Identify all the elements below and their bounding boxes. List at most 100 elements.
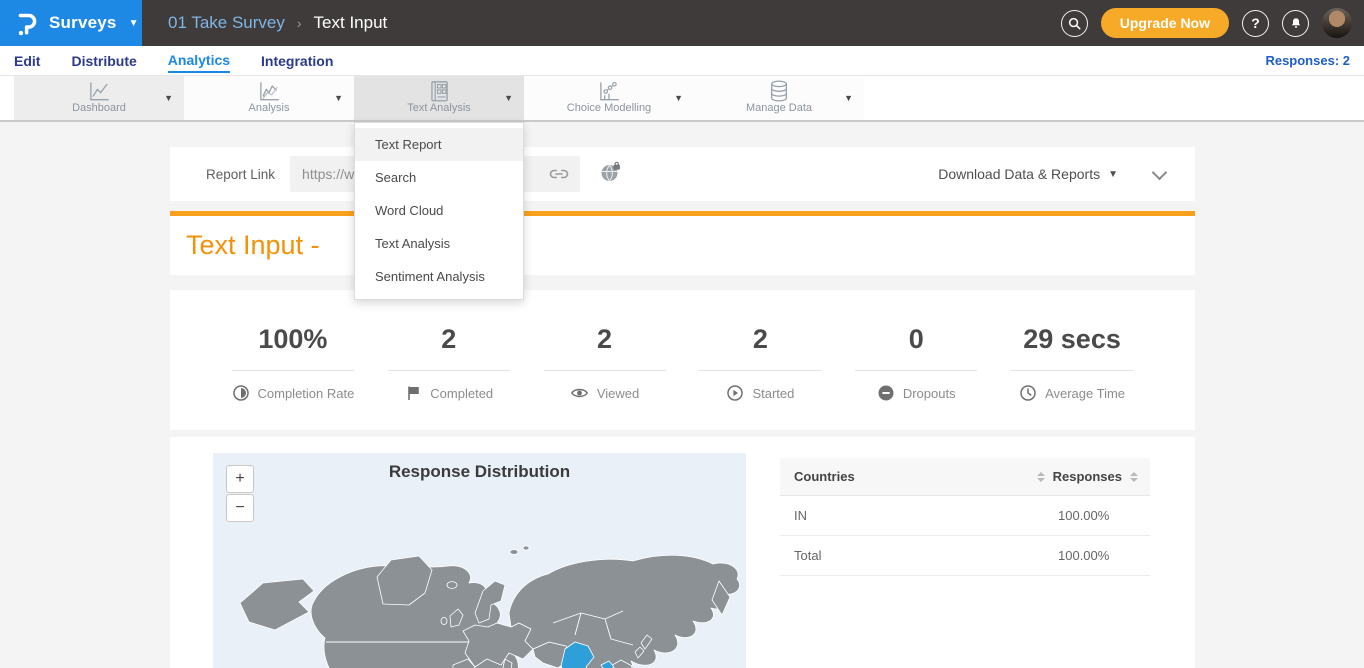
countries-table-header: Countries Responses: [780, 458, 1150, 496]
search-icon: [1068, 17, 1081, 30]
distribution-panel: Response Distribution + − Countries Resp…: [170, 437, 1195, 668]
tab-choice-modelling[interactable]: Choice Modelling ▼: [524, 76, 694, 120]
tab-label: Choice Modelling: [524, 102, 694, 114]
multi-line-chart-icon: [256, 78, 282, 104]
tab-label: Text Analysis: [354, 102, 524, 114]
minus-circle-icon: [877, 384, 895, 402]
breadcrumb-current-page: Text Input: [314, 13, 388, 33]
divider: [388, 370, 510, 371]
page-title: Text Input -: [186, 216, 1195, 275]
breadcrumb: 01 Take Survey › Text Input: [168, 13, 387, 33]
subnav-item-integration[interactable]: Integration: [261, 49, 333, 72]
tab-label: Analysis: [184, 102, 354, 114]
subnav-item-analytics[interactable]: Analytics: [168, 48, 230, 73]
countries-table: Countries Responses IN 100.00% Total 100…: [780, 458, 1150, 576]
map-zoom-out-button[interactable]: −: [226, 494, 254, 522]
stat-label: Viewed: [597, 386, 639, 401]
survey-stats-panel: 100% Completion Rate 2: [170, 290, 1195, 430]
sort-icon[interactable]: [1037, 472, 1045, 482]
map-title: Response Distribution: [213, 462, 746, 482]
stat-completed: 2 Completed: [371, 324, 527, 430]
menu-item-text-report[interactable]: Text Report: [355, 128, 523, 161]
map-zoom-in-button[interactable]: +: [226, 465, 254, 493]
menu-item-sentiment-analysis[interactable]: Sentiment Analysis: [355, 260, 523, 293]
breadcrumb-survey-name[interactable]: 01 Take Survey: [168, 13, 285, 33]
chevron-down-icon: ▼: [129, 18, 139, 29]
notifications-button[interactable]: [1282, 10, 1309, 37]
flag-icon: [404, 384, 422, 402]
download-label: Download Data & Reports: [938, 166, 1100, 182]
column-header-countries[interactable]: Countries: [780, 469, 1037, 484]
table-row-total: Total 100.00%: [780, 536, 1150, 576]
tab-manage-data[interactable]: Manage Data ▼: [694, 76, 864, 120]
chevron-down-icon[interactable]: ▼: [334, 93, 343, 103]
column-header-responses[interactable]: Responses: [1053, 469, 1122, 484]
header-actions: Upgrade Now ?: [1061, 0, 1352, 46]
help-button[interactable]: ?: [1242, 10, 1269, 37]
divider: [855, 370, 977, 371]
questionpro-logo-icon: [16, 9, 39, 38]
subnav-item-edit[interactable]: Edit: [14, 49, 40, 72]
analytics-toolbar: Dashboard ▼ Analysis ▼ Text Analysis: [0, 76, 1364, 122]
tab-label: Manage Data: [694, 102, 864, 114]
stat-label: Average Time: [1045, 386, 1125, 401]
divider: [1011, 370, 1133, 371]
divider: [699, 370, 821, 371]
report-link-bar: Report Link https://ww Downlo: [170, 147, 1195, 201]
stat-viewed: 2 Viewed: [527, 324, 683, 430]
response-distribution-map[interactable]: Response Distribution + −: [213, 453, 746, 668]
menu-item-word-cloud[interactable]: Word Cloud: [355, 194, 523, 227]
brand-surveys-menu[interactable]: Surveys ▼: [0, 0, 142, 46]
breadcrumb-separator: ›: [297, 15, 302, 31]
completion-rate-icon: [232, 384, 250, 402]
copy-link-icon[interactable]: [548, 165, 570, 183]
stat-value: 100%: [215, 324, 371, 355]
collapse-section-chevron-icon[interactable]: [1152, 164, 1168, 180]
clock-icon: [1019, 384, 1037, 402]
responses-cell: 100.00%: [1058, 548, 1150, 563]
stat-completion-rate: 100% Completion Rate: [215, 324, 371, 430]
sort-icon[interactable]: [1130, 472, 1138, 482]
content-area: Report Link https://ww Downlo: [0, 122, 1364, 668]
report-grid-icon: [426, 78, 452, 104]
world-map[interactable]: [213, 453, 746, 668]
stat-value: 2: [682, 324, 838, 355]
stat-label: Completed: [430, 386, 493, 401]
chevron-down-icon[interactable]: ▼: [674, 93, 683, 103]
question-title-panel: Text Input -: [170, 216, 1195, 275]
tab-analysis[interactable]: Analysis ▼: [184, 76, 354, 120]
chevron-down-icon[interactable]: ▼: [844, 93, 853, 103]
column-header-responses-group: Responses: [1037, 469, 1150, 484]
tab-dashboard[interactable]: Dashboard ▼: [14, 76, 184, 120]
database-icon: [766, 78, 792, 104]
divider: [544, 370, 666, 371]
country-cell: Total: [780, 548, 1058, 563]
responses-cell: 100.00%: [1058, 508, 1150, 523]
chevron-down-icon[interactable]: ▼: [164, 93, 173, 103]
subnav-item-distribute[interactable]: Distribute: [71, 49, 136, 72]
stat-value: 2: [527, 324, 683, 355]
table-row: IN 100.00%: [780, 496, 1150, 536]
play-circle-icon: [726, 384, 744, 402]
stat-label: Started: [752, 386, 794, 401]
bell-icon: [1289, 16, 1303, 31]
line-chart-icon: [86, 78, 112, 104]
tab-text-analysis[interactable]: Text Analysis ▼: [354, 76, 524, 120]
map-zoom-controls: + −: [226, 465, 254, 522]
user-avatar[interactable]: [1322, 8, 1352, 38]
question-mark-icon: ?: [1251, 15, 1260, 31]
menu-item-text-analysis[interactable]: Text Analysis: [355, 227, 523, 260]
report-visibility-button[interactable]: [600, 161, 622, 188]
stat-value: 29 secs: [994, 324, 1150, 355]
chevron-down-icon: ▼: [1108, 169, 1118, 180]
search-button[interactable]: [1061, 10, 1088, 37]
download-data-reports-menu[interactable]: Download Data & Reports ▼: [938, 166, 1118, 182]
globe-lock-icon: [600, 161, 622, 183]
chevron-down-icon[interactable]: ▼: [504, 93, 513, 103]
divider: [232, 370, 354, 371]
scatter-chart-icon: [596, 78, 622, 104]
menu-item-search[interactable]: Search: [355, 161, 523, 194]
stat-dropouts: 0 Dropouts: [838, 324, 994, 430]
upgrade-now-button[interactable]: Upgrade Now: [1101, 8, 1229, 38]
stat-average-time: 29 secs Average Time: [994, 324, 1150, 430]
